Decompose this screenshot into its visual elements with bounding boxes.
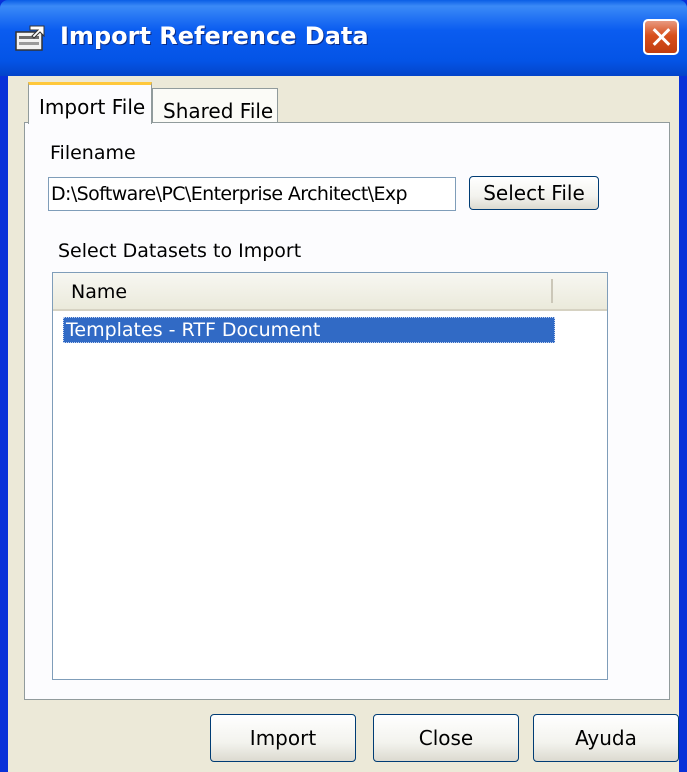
import-button[interactable]: Import [210, 714, 356, 762]
import-label: Import [249, 726, 317, 750]
list-header[interactable]: Name [53, 273, 607, 311]
close-icon[interactable] [643, 19, 679, 55]
tab-label: Import File [39, 95, 146, 119]
column-separator[interactable] [551, 279, 553, 303]
filename-label: Filename [50, 142, 136, 164]
datasets-label: Select Datasets to Import [58, 240, 302, 262]
help-button[interactable]: Ayuda [533, 714, 679, 762]
close-label: Close [418, 726, 474, 750]
tab-shared-file[interactable]: Shared File [152, 88, 278, 126]
window-title: Import Reference Data [60, 22, 369, 50]
tab-import-file[interactable]: Import File [28, 82, 152, 124]
dialog-window: Import Reference Data Import File Shared… [0, 0, 687, 772]
list-item[interactable]: Templates - RTF Document [63, 317, 555, 343]
column-name-header[interactable]: Name [71, 281, 127, 303]
close-button[interactable]: Close [373, 714, 519, 762]
select-file-button[interactable]: Select File [469, 176, 599, 210]
select-file-label: Select File [483, 181, 585, 205]
help-label: Ayuda [575, 726, 637, 750]
filename-field[interactable]: D:\Software\PC\Enterprise Architect\Exp [48, 177, 456, 211]
import-data-icon [15, 25, 45, 51]
tab-label: Shared File [163, 99, 274, 123]
title-bar[interactable]: Import Reference Data [0, 0, 687, 76]
datasets-listview[interactable]: Name Templates - RTF Document [52, 272, 608, 680]
